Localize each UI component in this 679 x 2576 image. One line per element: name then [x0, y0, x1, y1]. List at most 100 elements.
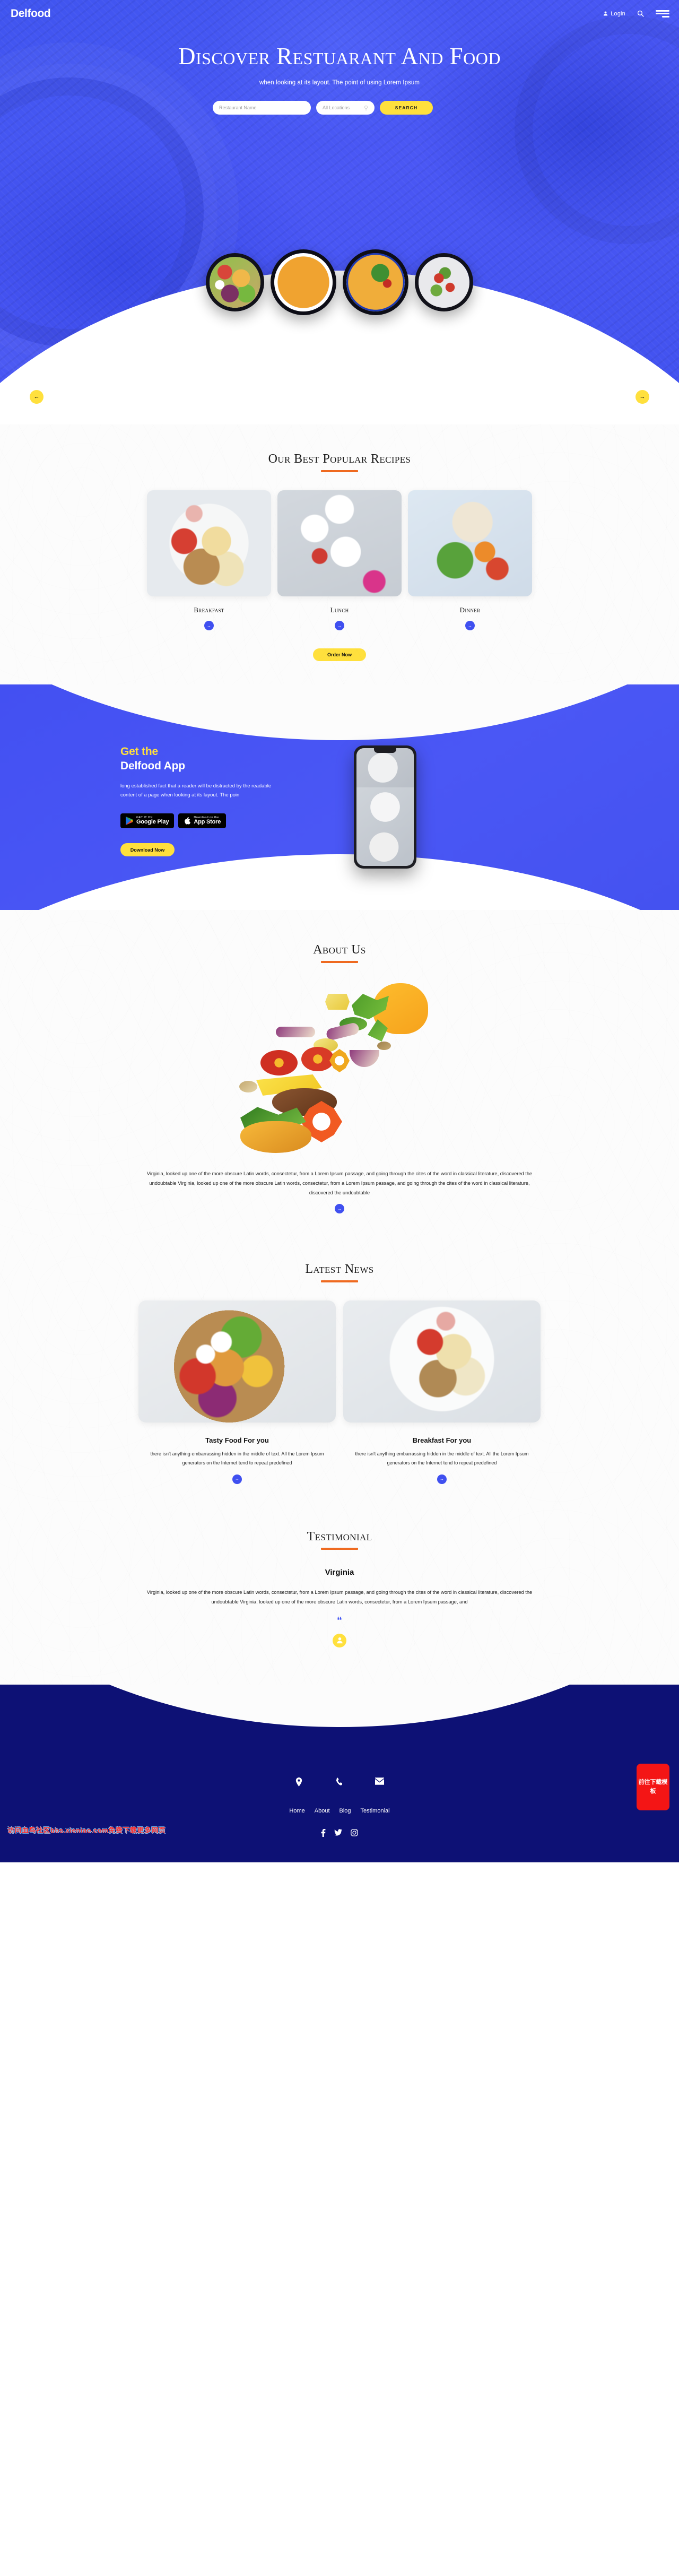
recipe-card[interactable]: Breakfast → — [147, 490, 271, 630]
recipe-card[interactable]: Dinner → — [408, 490, 532, 630]
google-play-big: Google Play — [136, 819, 169, 826]
carousel-dish-1[interactable] — [206, 253, 264, 311]
carousel-dish-3[interactable] — [343, 249, 408, 315]
google-play-badge[interactable]: GET IT ON Google Play — [120, 813, 175, 829]
phone-screen-item — [356, 787, 414, 827]
top-nav-actions: Login — [603, 10, 669, 18]
popular-recipes-section: Our Best Popular Recipes Breakfast → Lun… — [0, 424, 679, 684]
watermark-text: 访问血鸟社区bbs.xieniao.com免费下载更多网页 — [7, 1826, 166, 1834]
app-heading-line1: Get the — [120, 745, 158, 758]
news-heading: Latest News — [0, 1262, 679, 1283]
carousel-dish-2[interactable] — [271, 249, 336, 315]
news-card[interactable]: Breakfast For you there isn't anything e… — [343, 1300, 541, 1484]
about-paragraph: Virginia, looked up one of the more obsc… — [146, 1171, 533, 1196]
phone-notch — [374, 748, 396, 753]
google-play-text: GET IT ON Google Play — [136, 816, 169, 826]
location-input[interactable]: All Locations ⚲ — [316, 101, 375, 115]
brand-logo[interactable]: Delfood — [11, 7, 51, 20]
recipe-label: Dinner — [459, 606, 481, 614]
news-arrow-button[interactable]: → — [232, 1474, 242, 1484]
app-heading-line2: Delfood App — [120, 760, 185, 772]
recipe-arrow-button[interactable]: → — [204, 621, 214, 630]
footer-link-testimonial[interactable]: Testimonial — [361, 1808, 390, 1814]
section-underline — [321, 1547, 358, 1550]
restaurant-name-input[interactable]: Restaurant Name — [213, 101, 311, 115]
hero-section: Delfood Login Discover Restuarant And Fo… — [0, 0, 679, 424]
testimonial-section: Testimonial Virginia Virginia, looked up… — [0, 1508, 679, 1685]
recipe-label: Lunch — [330, 606, 349, 614]
news-title: Latest News — [305, 1262, 374, 1277]
app-store-big: App Store — [194, 819, 221, 826]
recipes-title: Our Best Popular Recipes — [268, 452, 411, 466]
latest-news-section: Latest News Tasty Food For you there isn… — [0, 1235, 679, 1508]
phone-mockup — [354, 745, 416, 869]
top-navigation-bar: Delfood Login — [0, 0, 679, 28]
app-promo-text: Get the Delfood App long established fac… — [120, 745, 295, 857]
news-arrow-button[interactable]: → — [437, 1474, 447, 1484]
map-pin-icon[interactable] — [295, 1777, 302, 1788]
instagram-icon[interactable] — [351, 1828, 358, 1838]
news-card-desc: there isn't anything embarrassing hidden… — [355, 1451, 529, 1466]
footer-link-blog[interactable]: Blog — [340, 1808, 351, 1814]
about-section: About Us Virginia, looked up one of the — [0, 910, 679, 1235]
app-store-text: Download on the App Store — [194, 816, 221, 826]
hamburger-menu-icon[interactable] — [656, 10, 669, 18]
carousel-prev-button[interactable]: ← — [30, 390, 43, 404]
store-badges: GET IT ON Google Play Download on the Ap… — [120, 813, 295, 829]
section-underline — [321, 470, 358, 472]
recipe-label: Breakfast — [194, 606, 224, 614]
app-paragraph: long established fact that a reader will… — [120, 783, 272, 798]
map-pin-icon: ⚲ — [363, 105, 368, 111]
section-underline — [321, 1280, 358, 1283]
news-card[interactable]: Tasty Food For you there isn't anything … — [138, 1300, 336, 1484]
envelope-icon[interactable] — [375, 1777, 384, 1788]
footer-contact-icons — [0, 1777, 679, 1788]
recipe-image — [277, 490, 402, 596]
phone-screen-item — [356, 748, 414, 787]
section-underline — [321, 961, 358, 963]
location-placeholder: All Locations — [323, 105, 350, 110]
news-card-title: Breakfast For you — [412, 1436, 472, 1445]
avatar[interactable] — [333, 1633, 346, 1647]
hero-subtitle: when looking at its layout. The point of… — [259, 80, 420, 86]
phone-icon[interactable] — [335, 1777, 342, 1788]
google-play-icon — [126, 817, 133, 826]
quote-icon: “ — [337, 1615, 342, 1627]
footer-link-home[interactable]: Home — [289, 1808, 304, 1814]
search-icon[interactable] — [637, 10, 644, 18]
carousel-dish-4[interactable] — [415, 253, 473, 311]
facebook-icon[interactable] — [321, 1828, 326, 1838]
news-card-grid: Tasty Food For you there isn't anything … — [0, 1300, 679, 1484]
footer-link-about[interactable]: About — [315, 1808, 330, 1814]
hero-content: Discover Restuarant And Food when lookin… — [0, 28, 679, 115]
site-footer: Home About Blog Testimonial 访问血鸟社区bbs.xi… — [0, 1684, 679, 1862]
dish-carousel — [0, 249, 679, 315]
news-card-desc: there isn't anything embarrassing hidden… — [150, 1451, 324, 1466]
news-image — [343, 1300, 541, 1423]
news-image — [138, 1300, 336, 1423]
about-arrow-button[interactable]: → — [335, 1204, 344, 1214]
app-store-badge[interactable]: Download on the App Store — [178, 813, 227, 829]
recipe-card[interactable]: Lunch → — [277, 490, 402, 630]
login-button[interactable]: Login — [603, 11, 625, 17]
footer-content: Home About Blog Testimonial — [0, 1685, 679, 1838]
recipe-arrow-button[interactable]: → — [335, 621, 344, 630]
app-promo-section: Get the Delfood App long established fac… — [0, 684, 679, 910]
carousel-next-button[interactable]: → — [636, 390, 649, 404]
landing-page: Delfood Login Discover Restuarant And Fo… — [0, 0, 679, 1862]
recipe-image — [147, 490, 271, 596]
testimonial-paragraph: Virginia, looked up one of the more obsc… — [146, 1589, 533, 1605]
testimonial-author: Virginia — [325, 1567, 354, 1577]
apple-icon — [184, 817, 191, 825]
download-template-float-button[interactable]: 前往下载模板 — [637, 1763, 669, 1810]
recipes-heading: Our Best Popular Recipes — [0, 452, 679, 472]
search-button[interactable]: SEARCH — [380, 101, 433, 115]
footer-navigation: Home About Blog Testimonial — [0, 1808, 679, 1814]
order-now-button[interactable]: Order Now — [313, 648, 366, 661]
user-icon — [603, 11, 608, 16]
recipe-arrow-button[interactable]: → — [465, 621, 475, 630]
recipe-image — [408, 490, 532, 596]
twitter-icon[interactable] — [334, 1829, 342, 1838]
download-now-button[interactable]: Download Now — [120, 843, 175, 857]
testimonial-heading: Testimonial — [0, 1530, 679, 1550]
